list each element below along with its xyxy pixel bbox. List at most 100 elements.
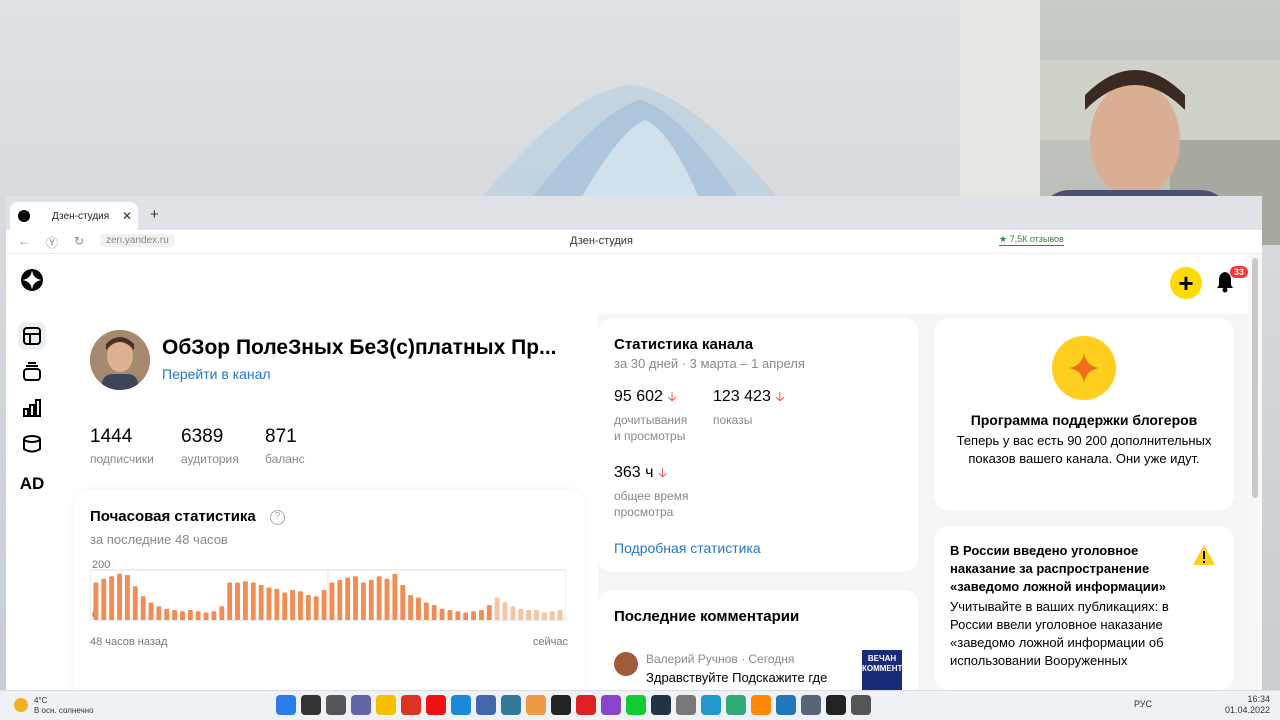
- blogger-program-card[interactable]: Программа поддержки блогеров Теперь у ва…: [934, 318, 1234, 510]
- tab-dzen-studio[interactable]: Дзен-студия ✕: [10, 202, 138, 230]
- chrome-icon[interactable]: [526, 695, 546, 715]
- chart-bar[interactable]: [360, 582, 366, 621]
- chart-bar[interactable]: [227, 582, 233, 621]
- chart-bar[interactable]: [510, 606, 516, 620]
- chart-bar[interactable]: [494, 597, 500, 621]
- chart-bar[interactable]: [541, 612, 547, 621]
- chart-bar[interactable]: [164, 608, 170, 620]
- url-field[interactable]: zen.yandex.ru: [100, 234, 175, 247]
- chart-bar[interactable]: [384, 578, 390, 620]
- nav-ad[interactable]: AD: [18, 470, 46, 498]
- chart-bar[interactable]: [109, 576, 115, 620]
- chart-bar[interactable]: [329, 582, 335, 621]
- search-icon[interactable]: [301, 695, 321, 715]
- yandex-browser-icon[interactable]: [401, 695, 421, 715]
- telegram-icon[interactable]: [701, 695, 721, 715]
- edge-icon[interactable]: [451, 695, 471, 715]
- nav-dashboard-icon[interactable]: [18, 322, 46, 350]
- app-icon[interactable]: [576, 695, 596, 715]
- task-view-icon[interactable]: [326, 695, 346, 715]
- chart-bar[interactable]: [408, 595, 414, 620]
- opera-icon[interactable]: [426, 695, 446, 715]
- detailed-stats-link[interactable]: Подробная статистика: [614, 540, 761, 556]
- chart-bar[interactable]: [423, 602, 429, 621]
- create-button[interactable]: +: [1170, 267, 1202, 299]
- explorer-icon[interactable]: [376, 695, 396, 715]
- publication-thumbnail[interactable]: ВЕЧАН КОММЕНТАР: [862, 650, 913, 690]
- settings-icon[interactable]: [801, 695, 821, 715]
- chart-bar[interactable]: [549, 611, 555, 620]
- chart-bar[interactable]: [305, 595, 311, 620]
- page-scrollbar[interactable]: [1248, 254, 1262, 690]
- reload-icon[interactable]: ↻: [74, 234, 84, 248]
- app-icon[interactable]: [726, 695, 746, 715]
- chart-bar[interactable]: [526, 610, 532, 620]
- chart-bar[interactable]: [242, 581, 248, 620]
- chart-bar[interactable]: [534, 610, 539, 620]
- clock[interactable]: 16:34 01.04.2022: [1224, 694, 1270, 716]
- language-indicator[interactable]: РУС: [1134, 699, 1152, 709]
- chart-bar[interactable]: [455, 611, 461, 620]
- watch-time-metric[interactable]: 363 ч 🡣 общее время просмотра: [614, 464, 688, 520]
- chart-bar[interactable]: [93, 582, 99, 621]
- app-icon[interactable]: [501, 695, 521, 715]
- chart-bar[interactable]: [447, 610, 453, 620]
- chart-bar[interactable]: [235, 582, 240, 621]
- app-icon[interactable]: [851, 695, 871, 715]
- calculator-icon[interactable]: [676, 695, 696, 715]
- chart-bar[interactable]: [290, 590, 296, 620]
- chart-bar[interactable]: [219, 606, 225, 620]
- chart-bar[interactable]: [439, 608, 445, 620]
- go-to-channel-link[interactable]: Перейти в канал: [162, 366, 271, 382]
- app-icon[interactable]: [551, 695, 571, 715]
- chart-bar[interactable]: [376, 576, 382, 620]
- chart-bar[interactable]: [368, 580, 374, 620]
- chart-bar[interactable]: [140, 596, 146, 620]
- chart-bar[interactable]: [250, 582, 256, 621]
- chart-bar[interactable]: [502, 602, 508, 621]
- impressions-metric[interactable]: 123 423 🡣 показы: [713, 388, 785, 428]
- chart-bar[interactable]: [180, 611, 185, 620]
- chart-bar[interactable]: [258, 585, 264, 620]
- chart-bar[interactable]: [416, 597, 421, 621]
- dzen-logo-icon[interactable]: [18, 266, 46, 294]
- chart-bar[interactable]: [478, 610, 484, 620]
- chart-bar[interactable]: [156, 606, 162, 620]
- nav-monetization-icon[interactable]: [18, 430, 46, 458]
- nav-statistics-icon[interactable]: [18, 394, 46, 422]
- chart-bar[interactable]: [463, 612, 469, 621]
- close-tab-icon[interactable]: ✕: [122, 209, 132, 223]
- start-icon[interactable]: [276, 695, 296, 715]
- chart-bar[interactable]: [321, 590, 327, 620]
- chart-bar[interactable]: [274, 588, 280, 620]
- new-tab-icon[interactable]: +: [150, 206, 159, 223]
- chart-bar[interactable]: [486, 605, 492, 620]
- reviews-badge[interactable]: ★ 7,5К отзывов: [999, 234, 1064, 246]
- chart-bar[interactable]: [313, 596, 319, 620]
- chat-icon[interactable]: [351, 695, 371, 715]
- app-icon[interactable]: [776, 695, 796, 715]
- app-icon[interactable]: [476, 695, 496, 715]
- back-icon[interactable]: ←: [18, 234, 30, 248]
- help-icon[interactable]: ?: [270, 510, 285, 525]
- chart-bar[interactable]: [211, 611, 217, 620]
- chart-bar[interactable]: [195, 611, 201, 620]
- app-icon[interactable]: [601, 695, 621, 715]
- reads-metric[interactable]: 95 602 🡣 дочитывания и просмотры: [614, 388, 687, 444]
- scrollbar-thumb[interactable]: [1252, 258, 1258, 498]
- chart-bar[interactable]: [345, 577, 351, 621]
- chart-bar[interactable]: [431, 605, 437, 620]
- chart-bar[interactable]: [392, 573, 398, 620]
- chart-bar[interactable]: [518, 608, 524, 620]
- comment-text[interactable]: Здравствуйте Подскажите где: [646, 670, 827, 685]
- yandex-icon[interactable]: Ⓨ: [46, 234, 58, 251]
- chart-bar[interactable]: [337, 580, 343, 620]
- vlc-icon[interactable]: [751, 695, 771, 715]
- chart-bar[interactable]: [148, 602, 154, 621]
- chart-bar[interactable]: [298, 591, 303, 620]
- chart-bar[interactable]: [132, 586, 138, 620]
- chart-bar[interactable]: [282, 592, 288, 621]
- chart-bar[interactable]: [172, 610, 178, 620]
- chart-bar[interactable]: [266, 587, 272, 621]
- chart-bar[interactable]: [187, 610, 193, 620]
